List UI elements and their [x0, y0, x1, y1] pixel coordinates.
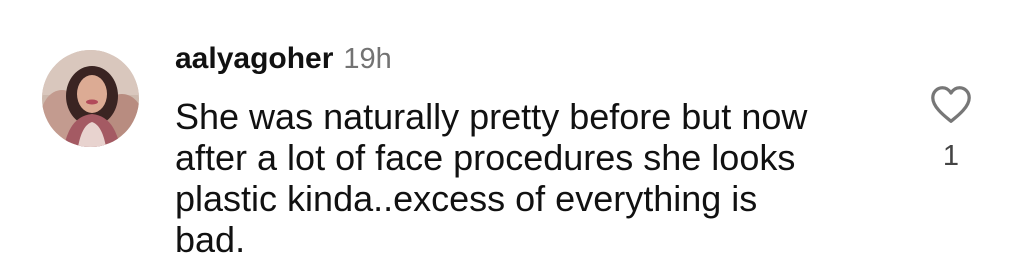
- like-section: 1: [922, 82, 980, 173]
- comment-item: aalyagoher 19h She was naturally pretty …: [0, 0, 1024, 269]
- avatar[interactable]: [42, 50, 139, 147]
- timestamp: 19h: [343, 43, 392, 75]
- heart-outline-icon[interactable]: [928, 82, 974, 128]
- like-count: 1: [942, 140, 960, 172]
- comment-text: She was naturally pretty before but now …: [175, 96, 808, 260]
- username[interactable]: aalyagoher: [175, 42, 333, 76]
- comment-header: aalyagoher 19h: [175, 42, 392, 82]
